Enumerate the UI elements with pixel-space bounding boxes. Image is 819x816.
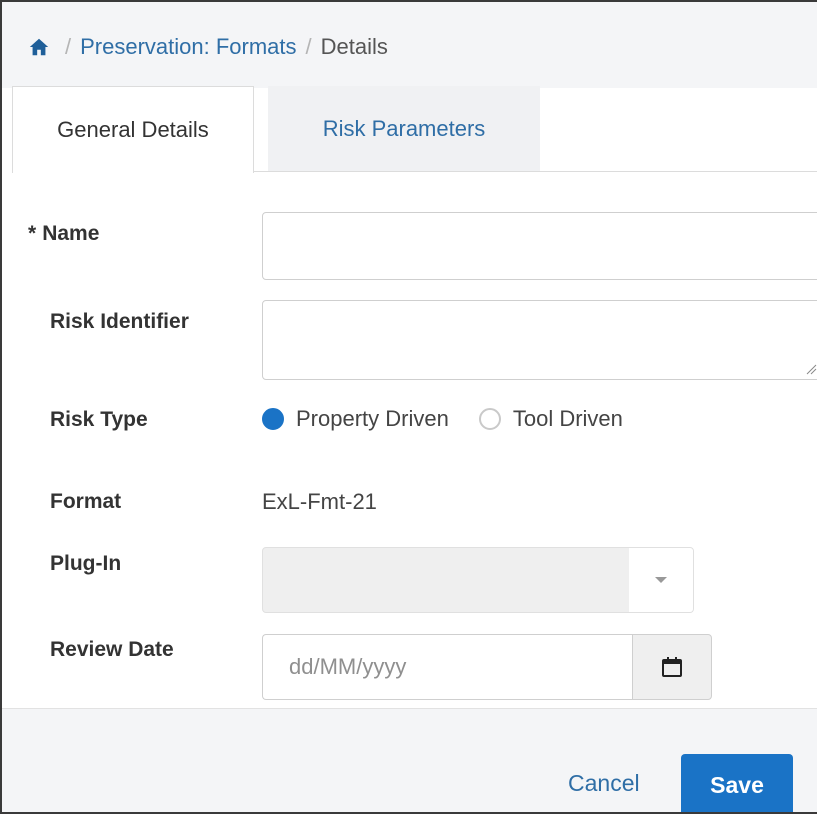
radio-selected-icon[interactable] xyxy=(262,408,284,430)
format-value: ExL-Fmt-21 xyxy=(262,489,377,514)
format-label: Format xyxy=(50,490,122,513)
name-input[interactable] xyxy=(262,212,817,280)
tab-label: General Details xyxy=(57,117,209,142)
tab-bar: General Details Risk Parameters xyxy=(2,86,817,173)
required-marker: * xyxy=(28,222,37,245)
radio-label: Tool Driven xyxy=(512,406,623,431)
plug-in-label: Plug-In xyxy=(50,552,122,575)
review-date-input[interactable]: dd/MM/yyyy xyxy=(262,634,632,700)
breadcrumb: / Preservation: Formats / Details xyxy=(2,2,817,88)
calendar-button[interactable] xyxy=(632,634,712,700)
chevron-down-icon[interactable] xyxy=(629,548,693,612)
breadcrumb-separator: / xyxy=(65,34,72,59)
save-button[interactable]: Save xyxy=(681,754,793,812)
tab-divider xyxy=(254,171,817,172)
plug-in-select[interactable] xyxy=(262,547,694,613)
name-label-text: Name xyxy=(42,222,100,245)
risk-identifier-textarea[interactable] xyxy=(262,300,817,380)
cancel-button[interactable]: Cancel xyxy=(568,770,640,797)
breadcrumb-item-preservation-formats[interactable]: Preservation: Formats xyxy=(80,34,296,60)
resize-grip-icon[interactable] xyxy=(805,363,817,375)
risk-type-radio-group: Property Driven Tool Driven xyxy=(262,406,653,432)
radio-tool-driven[interactable]: Tool Driven xyxy=(478,406,623,432)
details-page: / Preservation: Formats / Details Genera… xyxy=(0,0,817,814)
risk-type-label: Risk Type xyxy=(50,408,148,431)
name-label: * Name xyxy=(28,222,99,246)
radio-property-driven[interactable]: Property Driven xyxy=(262,406,449,432)
review-date-label: Review Date xyxy=(50,638,174,661)
home-icon[interactable] xyxy=(28,36,50,58)
breadcrumb-item-details: Details xyxy=(320,34,388,59)
risk-identifier-label: Risk Identifier xyxy=(50,310,189,333)
radio-label: Property Driven xyxy=(296,406,449,431)
tab-label: Risk Parameters xyxy=(322,116,486,141)
calendar-icon xyxy=(662,657,682,677)
tab-risk-parameters[interactable]: Risk Parameters xyxy=(268,86,540,172)
tab-general-details[interactable]: General Details xyxy=(12,86,254,173)
radio-unselected-icon[interactable] xyxy=(478,408,501,430)
breadcrumb-separator: / xyxy=(305,34,312,59)
